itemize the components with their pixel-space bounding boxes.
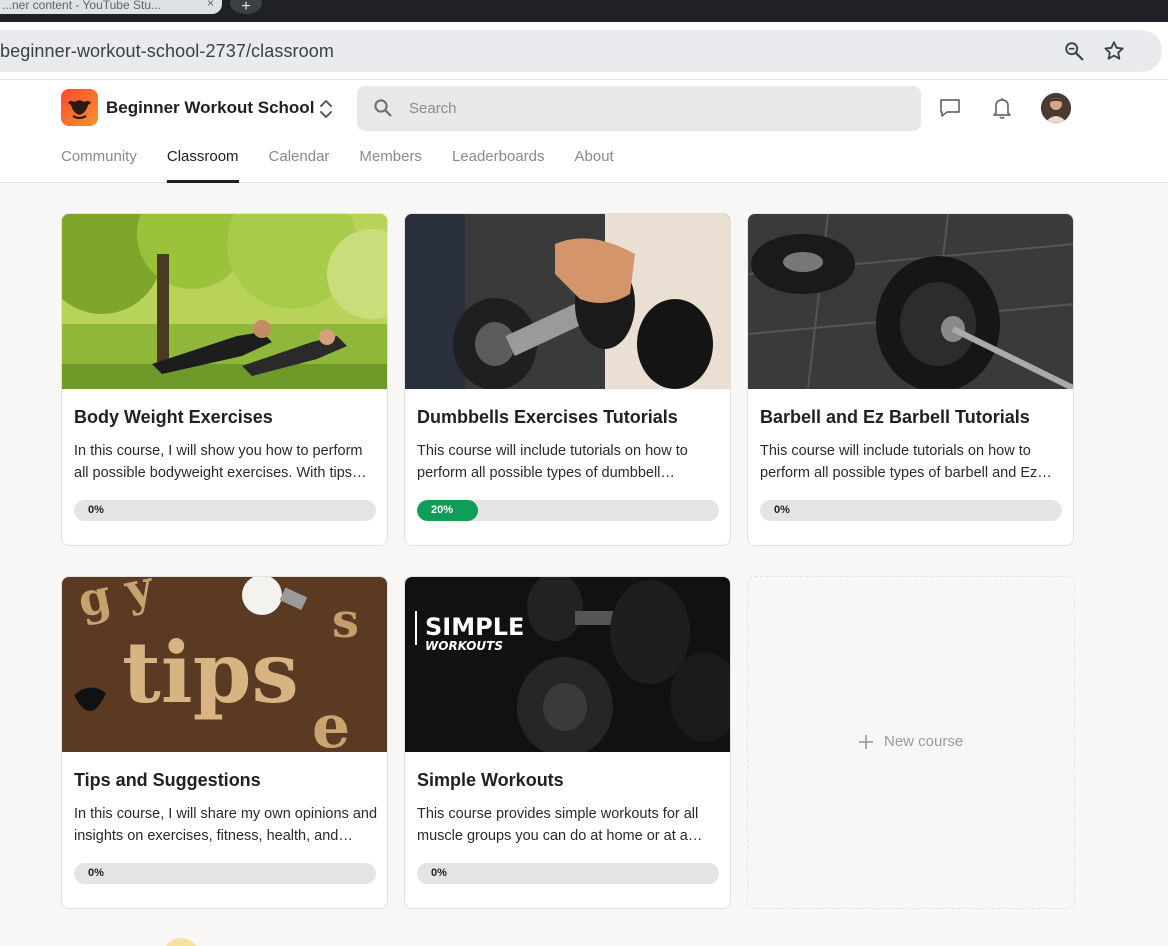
course-card-body-weight[interactable]: Body Weight Exercises In this course, I … — [61, 213, 388, 546]
tab-leaderboards[interactable]: Leaderboards — [452, 144, 545, 183]
new-tab-button[interactable]: + — [230, 0, 262, 15]
new-course-label: New course — [884, 733, 964, 750]
tab-calendar[interactable]: Calendar — [269, 144, 330, 183]
svg-text:e: e — [312, 692, 350, 752]
course-description: In this course, I will share my own opin… — [74, 806, 378, 844]
svg-text:s: s — [332, 593, 359, 649]
new-course-button[interactable]: New course — [747, 576, 1075, 909]
search-input[interactable] — [409, 86, 909, 131]
progress-label: 20% — [431, 504, 454, 516]
progress-label: 0% — [431, 867, 447, 879]
course-title: Barbell and Ez Barbell Tutorials — [760, 407, 1030, 427]
course-cover-image: g y tips e s — [62, 577, 387, 752]
plus-icon — [859, 734, 873, 749]
course-progress-bar: 20% — [417, 500, 719, 521]
browser-toolbar: beginner-workout-school-2737/classroom — [0, 22, 1168, 80]
tips-image-text: tips — [122, 623, 299, 722]
zoom-icon[interactable] — [1062, 40, 1086, 62]
bell-icon[interactable] — [989, 95, 1015, 121]
logo-emblem-icon — [68, 100, 91, 119]
browser-tab[interactable]: ...ner content - YouTube Stu... × — [0, 0, 222, 14]
course-progress-bar: 0% — [74, 500, 376, 521]
course-title: Simple Workouts — [417, 770, 564, 790]
course-title: Dumbbells Exercises Tutorials — [417, 407, 678, 427]
browser-tab-title: ...ner content - YouTube Stu... — [2, 0, 161, 12]
avatar[interactable] — [1041, 93, 1071, 123]
course-card-simple-workouts[interactable]: SIMPLE WORKOUTS Simple Workouts This cou… — [404, 576, 731, 909]
course-title: Tips and Suggestions — [74, 770, 261, 790]
address-bar[interactable]: beginner-workout-school-2737/classroom — [0, 30, 1162, 72]
course-description: In this course, I will show you how to p… — [74, 443, 363, 481]
progress-label: 0% — [88, 504, 104, 516]
workouts-image-text: WORKOUTS — [425, 639, 503, 653]
new-course-content: New course — [858, 733, 963, 750]
course-progress-bar: 0% — [417, 863, 719, 884]
simple-image-text: SIMPLE — [425, 613, 524, 641]
search-icon — [374, 99, 392, 117]
course-title: Body Weight Exercises — [74, 407, 273, 427]
course-cover-image: SIMPLE WORKOUTS — [405, 577, 730, 752]
url-text[interactable]: beginner-workout-school-2737/classroom — [0, 41, 334, 62]
course-cover-image — [62, 214, 387, 389]
nav-tabs: Community Classroom Calendar Members Lea… — [61, 144, 644, 183]
bookmark-star-icon[interactable] — [1102, 39, 1126, 63]
course-progress-bar: 0% — [760, 500, 1062, 521]
progress-label: 0% — [88, 867, 104, 879]
partial-avatar — [162, 938, 200, 946]
course-description: This course will include tutorials on ho… — [760, 443, 1038, 481]
group-logo[interactable] — [61, 89, 98, 126]
chat-icon[interactable] — [937, 95, 963, 121]
course-description: This course provides simple workouts for… — [417, 806, 699, 844]
group-switcher-chevron-icon[interactable] — [316, 96, 336, 122]
course-cover-image — [748, 214, 1073, 389]
group-name[interactable]: Beginner Workout School — [106, 98, 314, 118]
course-description: This course will include tutorials on ho… — [417, 443, 688, 481]
app-header: Beginner Workout School Community Classr… — [0, 80, 1168, 183]
course-cover-image — [405, 214, 730, 389]
tab-community[interactable]: Community — [61, 144, 137, 183]
browser-tabstrip: ...ner content - YouTube Stu... × + — [0, 0, 1168, 22]
close-tab-icon[interactable]: × — [207, 0, 214, 10]
course-card-dumbbells[interactable]: Dumbbells Exercises Tutorials This cours… — [404, 213, 731, 546]
progress-label: 0% — [774, 504, 790, 516]
course-progress-bar: 0% — [74, 863, 376, 884]
avatar-photo-icon — [1041, 93, 1071, 123]
course-card-barbell[interactable]: Barbell and Ez Barbell Tutorials This co… — [747, 213, 1074, 546]
course-card-tips[interactable]: g y tips e s Tips and Suggestions In thi… — [61, 576, 388, 909]
tab-about[interactable]: About — [575, 144, 614, 183]
tab-members[interactable]: Members — [359, 144, 422, 183]
search-box[interactable] — [357, 86, 921, 131]
tab-classroom[interactable]: Classroom — [166, 144, 239, 183]
